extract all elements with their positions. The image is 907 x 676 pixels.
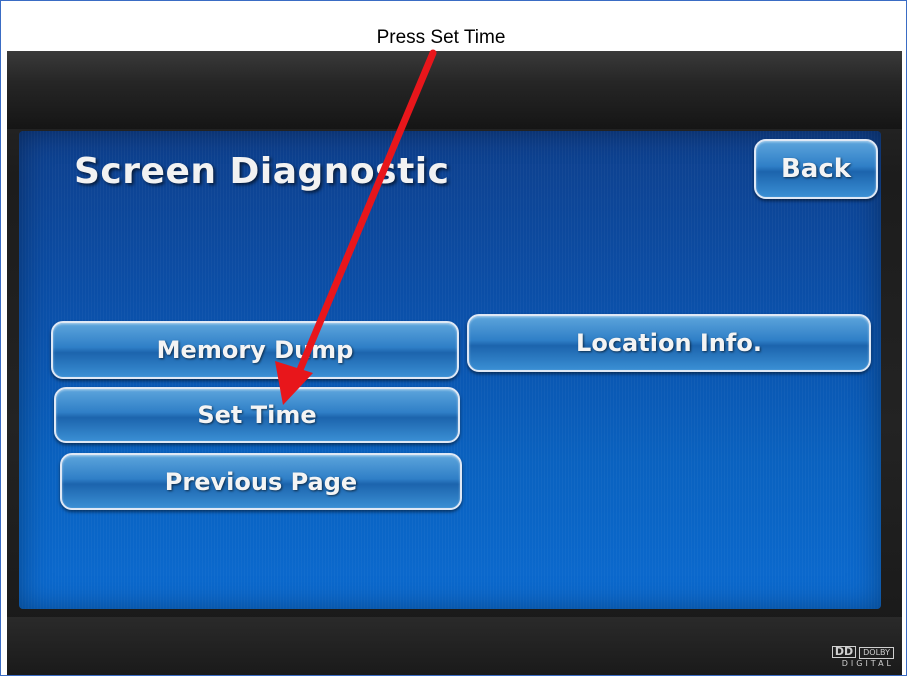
dolby-brand: DOLBY bbox=[859, 647, 894, 659]
device-bezel-bottom: DD DOLBY DIGITAL bbox=[7, 617, 902, 675]
back-button[interactable]: Back bbox=[754, 139, 878, 199]
location-info-button[interactable]: Location Info. bbox=[467, 314, 871, 372]
dolby-sub: DIGITAL bbox=[841, 659, 894, 668]
dolby-digital-logo: DD DOLBY DIGITAL bbox=[831, 646, 894, 669]
callout-label: Press Set Time bbox=[376, 27, 506, 48]
dolby-dd-mark: DD bbox=[831, 646, 857, 658]
screenshot-frame: Press Set Time Screen Diagnostic Back Me… bbox=[0, 0, 907, 676]
device-panel: Screen Diagnostic Back Memory Dump Locat… bbox=[7, 51, 902, 675]
device-bezel-top bbox=[7, 51, 902, 129]
page-title: Screen Diagnostic bbox=[74, 151, 450, 192]
previous-page-button[interactable]: Previous Page bbox=[60, 453, 462, 510]
memory-dump-button[interactable]: Memory Dump bbox=[51, 321, 459, 379]
set-time-button[interactable]: Set Time bbox=[54, 387, 460, 443]
touch-screen: Screen Diagnostic Back Memory Dump Locat… bbox=[19, 131, 881, 609]
